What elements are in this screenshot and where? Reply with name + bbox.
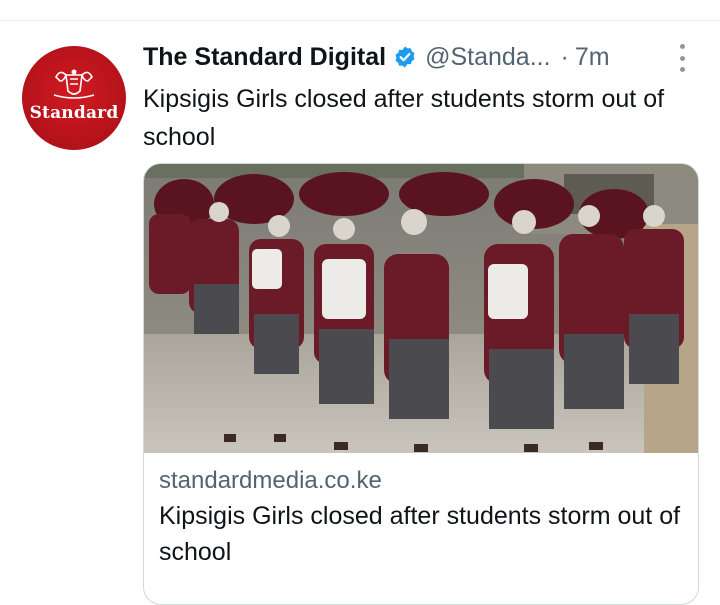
link-card[interactable]: standardmedia.co.ke Kipsigis Girls close… bbox=[143, 163, 699, 605]
coat-of-arms-icon bbox=[53, 69, 95, 99]
author-handle[interactable]: @Standa... bbox=[425, 43, 550, 72]
card-title[interactable]: Kipsigis Girls closed after students sto… bbox=[159, 498, 686, 570]
card-domain[interactable]: standardmedia.co.ke bbox=[159, 464, 686, 498]
verified-badge-icon bbox=[395, 46, 415, 68]
timestamp[interactable]: 7m bbox=[575, 43, 610, 72]
students-walking-photo bbox=[144, 164, 698, 453]
top-divider bbox=[0, 20, 720, 21]
separator-dot: · bbox=[560, 42, 569, 71]
tweet-header: The Standard Digital @Standa... · 7m bbox=[143, 40, 610, 74]
author-name[interactable]: The Standard Digital bbox=[143, 43, 386, 72]
avatar-wordmark: Standard bbox=[29, 103, 119, 123]
avatar[interactable]: Standard bbox=[22, 46, 126, 150]
more-options-icon[interactable] bbox=[672, 44, 692, 72]
card-meta: standardmedia.co.ke Kipsigis Girls close… bbox=[159, 464, 686, 570]
tweet-text: Kipsigis Girls closed after students sto… bbox=[143, 85, 665, 151]
